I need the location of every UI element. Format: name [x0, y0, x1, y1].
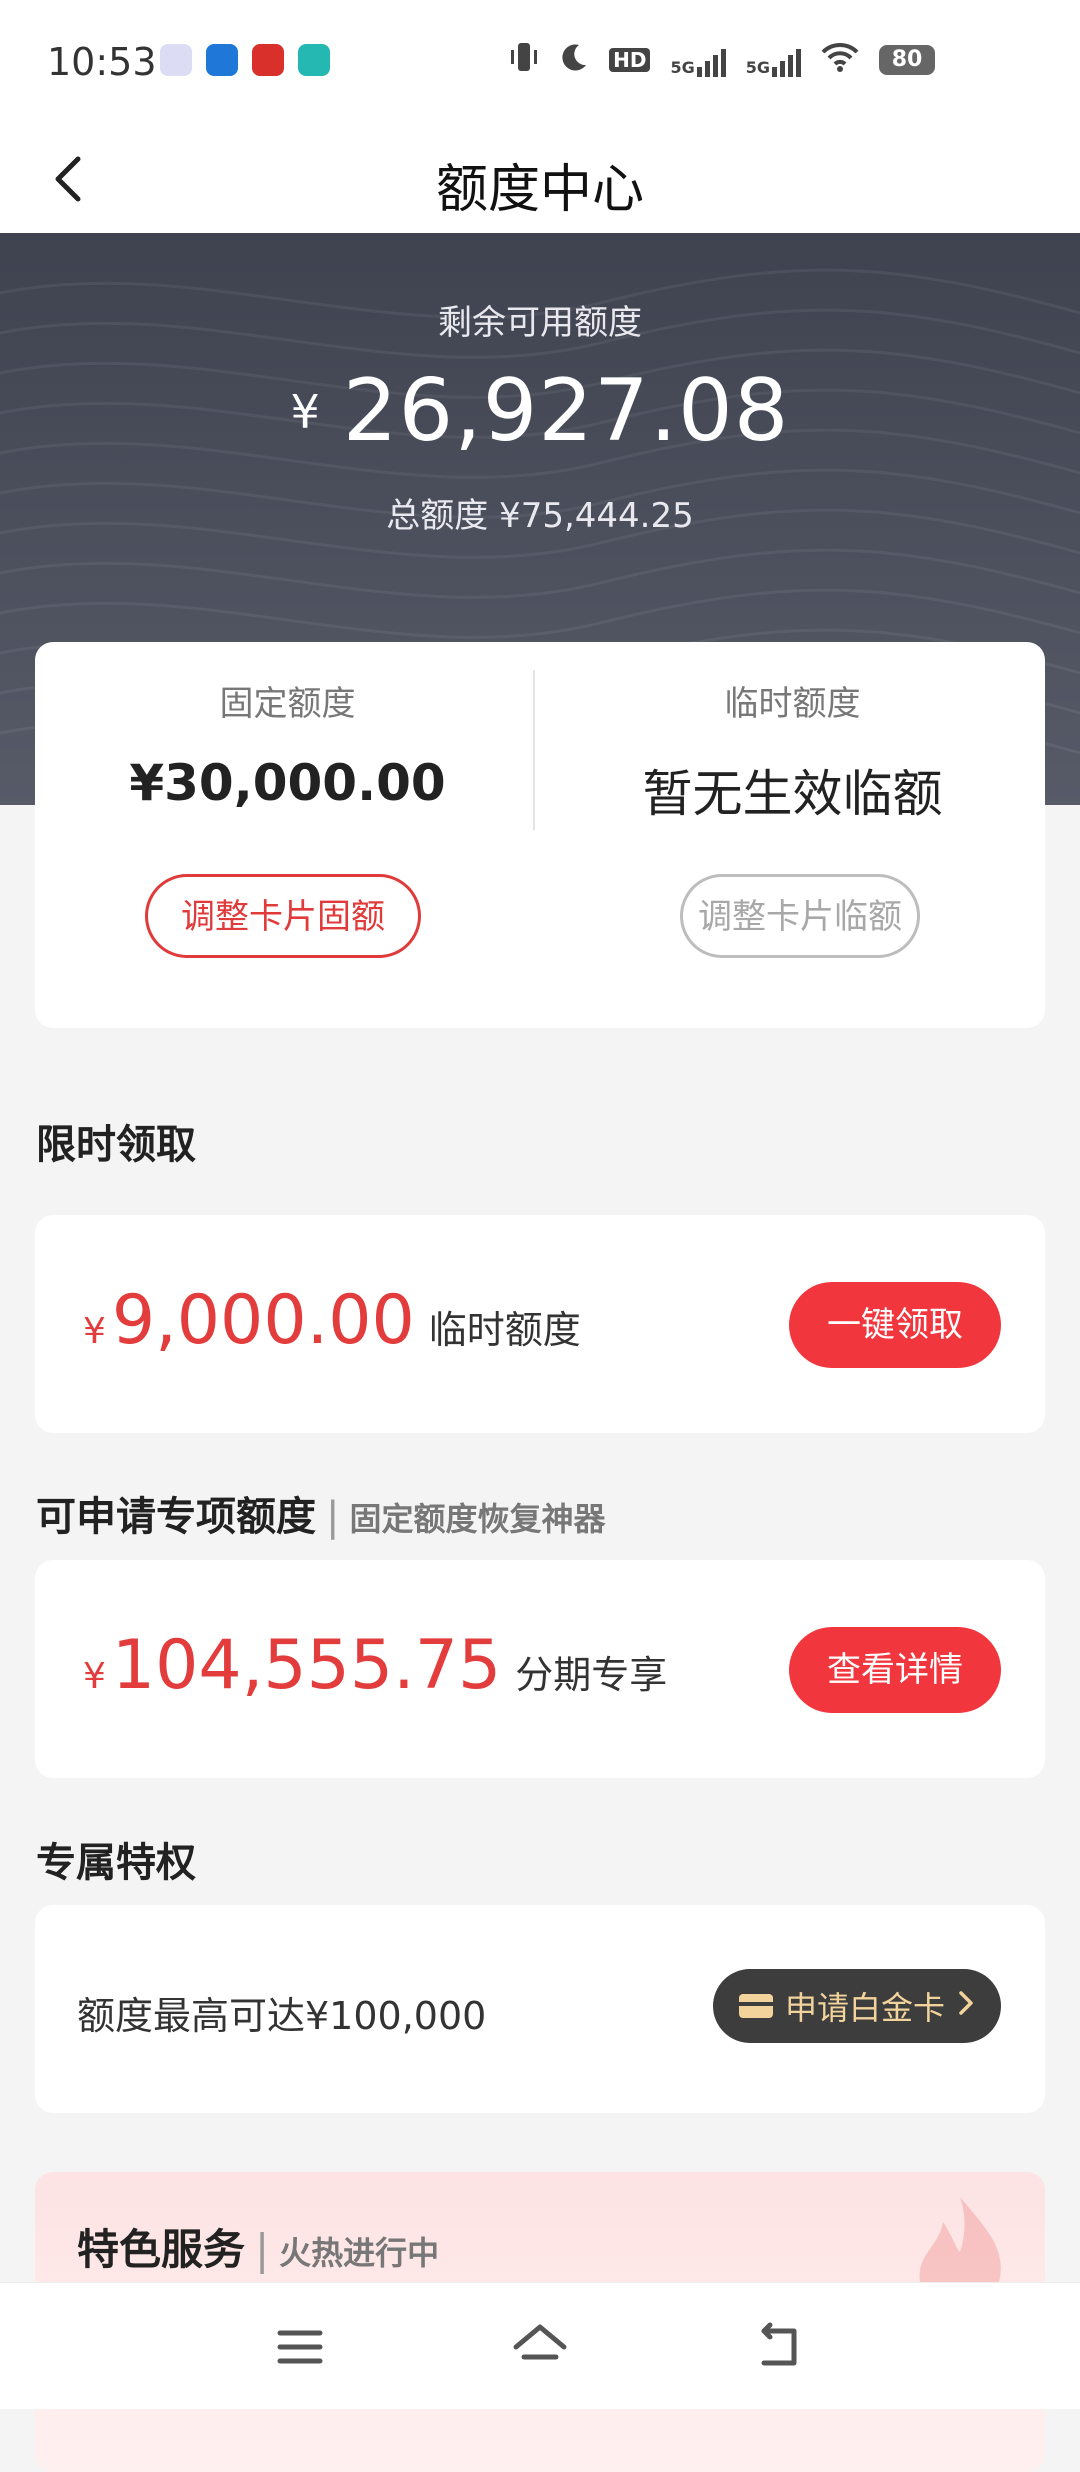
special-limit-subtitle: 固定额度恢复神器 — [349, 1500, 606, 1538]
limited-offer-amount: ¥9,000.00 临时额度 — [83, 1281, 581, 1360]
currency-symbol: ¥ — [290, 385, 321, 439]
signal-icon — [772, 43, 801, 77]
app-notification-icon — [160, 44, 192, 76]
title-separator: | — [255, 2225, 270, 2274]
home-icon[interactable] — [510, 2317, 570, 2377]
battery-icon: 80 — [879, 45, 935, 75]
privilege-text: 额度最高可达¥100,000 — [77, 1994, 487, 2038]
privilege-card: 额度最高可达¥100,000 申请白金卡 — [35, 1905, 1045, 2113]
currency-symbol: ¥ — [83, 1656, 106, 1697]
remaining-limit-label: 剩余可用额度 — [438, 303, 642, 343]
apply-platinum-card-label: 申请白金卡 — [784, 1989, 945, 2027]
limited-offer-value: 9,000.00 — [111, 1281, 415, 1360]
claim-now-button[interactable]: 一键领取 — [789, 1282, 1001, 1368]
temporary-limit-column: 临时额度 暂无生效临额 调整卡片临额 — [540, 642, 1045, 1028]
signal-icon — [696, 43, 726, 77]
fixed-limit-column: 固定额度 ¥30,000.00 调整卡片固额 — [35, 642, 540, 1028]
signal-5g-1: 5G — [670, 43, 726, 77]
special-limit-value: 104,555.75 — [111, 1626, 502, 1705]
system-navigation-bar — [0, 2282, 1080, 2409]
remaining-limit-value: 26,927.08 — [342, 361, 790, 461]
back-nav-icon[interactable] — [750, 2317, 810, 2377]
signal-5g-2: 5G — [746, 43, 801, 77]
title-separator: | — [326, 1494, 340, 1540]
column-divider — [533, 670, 535, 830]
view-details-button[interactable]: 查看详情 — [789, 1627, 1001, 1713]
apply-platinum-card-button[interactable]: 申请白金卡 — [713, 1969, 1001, 2043]
network-type-label: 5G — [745, 58, 770, 77]
special-limit-section-title: 可申请专项额度 | 固定额度恢复神器 — [36, 1484, 606, 1542]
special-limit-amount: ¥104,555.75 分期专享 — [83, 1626, 667, 1705]
privileges-section-title: 专属特权 — [36, 1840, 196, 1886]
adjust-fixed-limit-button[interactable]: 调整卡片固额 — [145, 874, 421, 958]
status-app-icons — [160, 44, 330, 76]
page-title: 额度中心 — [435, 160, 644, 220]
app-notification-icon — [206, 44, 238, 76]
temporary-limit-value: 暂无生效临额 — [642, 765, 943, 823]
wifi-icon — [821, 42, 859, 78]
app-notification-icon — [252, 44, 284, 76]
hd-icon: HD — [609, 48, 651, 72]
featured-subtitle: 火热进行中 — [279, 2234, 440, 2272]
remaining-limit-amount: ¥26,927.08 — [0, 361, 1080, 461]
special-limit-title: 可申请专项额度 — [36, 1494, 316, 1540]
total-limit-text: 总额度 ¥75,444.25 — [386, 496, 694, 536]
limited-offer-section-title: 限时领取 — [36, 1122, 196, 1168]
app-notification-icon — [298, 44, 330, 76]
currency-symbol: ¥ — [83, 1311, 106, 1352]
special-limit-desc: 分期专享 — [515, 1653, 668, 1697]
chevron-right-icon — [957, 1987, 975, 2025]
status-time: 10:53 — [47, 40, 157, 84]
moon-icon — [559, 42, 589, 78]
temporary-limit-title: 临时额度 — [724, 684, 861, 724]
special-limit-card: ¥104,555.75 分期专享 查看详情 — [35, 1560, 1045, 1778]
limit-card: 固定额度 ¥30,000.00 调整卡片固额 临时额度 暂无生效临额 调整卡片临… — [35, 642, 1045, 1028]
credit-card-icon — [738, 1994, 773, 2018]
adjust-temporary-limit-button[interactable]: 调整卡片临额 — [680, 874, 920, 958]
vibrate-icon — [509, 40, 539, 80]
status-bar: 10:53 HD 5G 5G 80 — [0, 0, 1080, 125]
limited-offer-desc: 临时额度 — [428, 1308, 581, 1352]
menu-icon[interactable] — [270, 2317, 330, 2377]
fixed-limit-title: 固定额度 — [219, 684, 356, 724]
featured-services-title: 特色服务 | 火热进行中 — [77, 2216, 439, 2277]
fixed-limit-value: ¥30,000.00 — [129, 754, 446, 812]
status-indicators: HD 5G 5G 80 — [509, 40, 935, 80]
network-type-label: 5G — [670, 58, 695, 77]
nav-header: 额度中心 — [0, 125, 1080, 233]
limited-offer-card: ¥9,000.00 临时额度 一键领取 — [35, 1215, 1045, 1433]
featured-title: 特色服务 — [77, 2225, 246, 2274]
